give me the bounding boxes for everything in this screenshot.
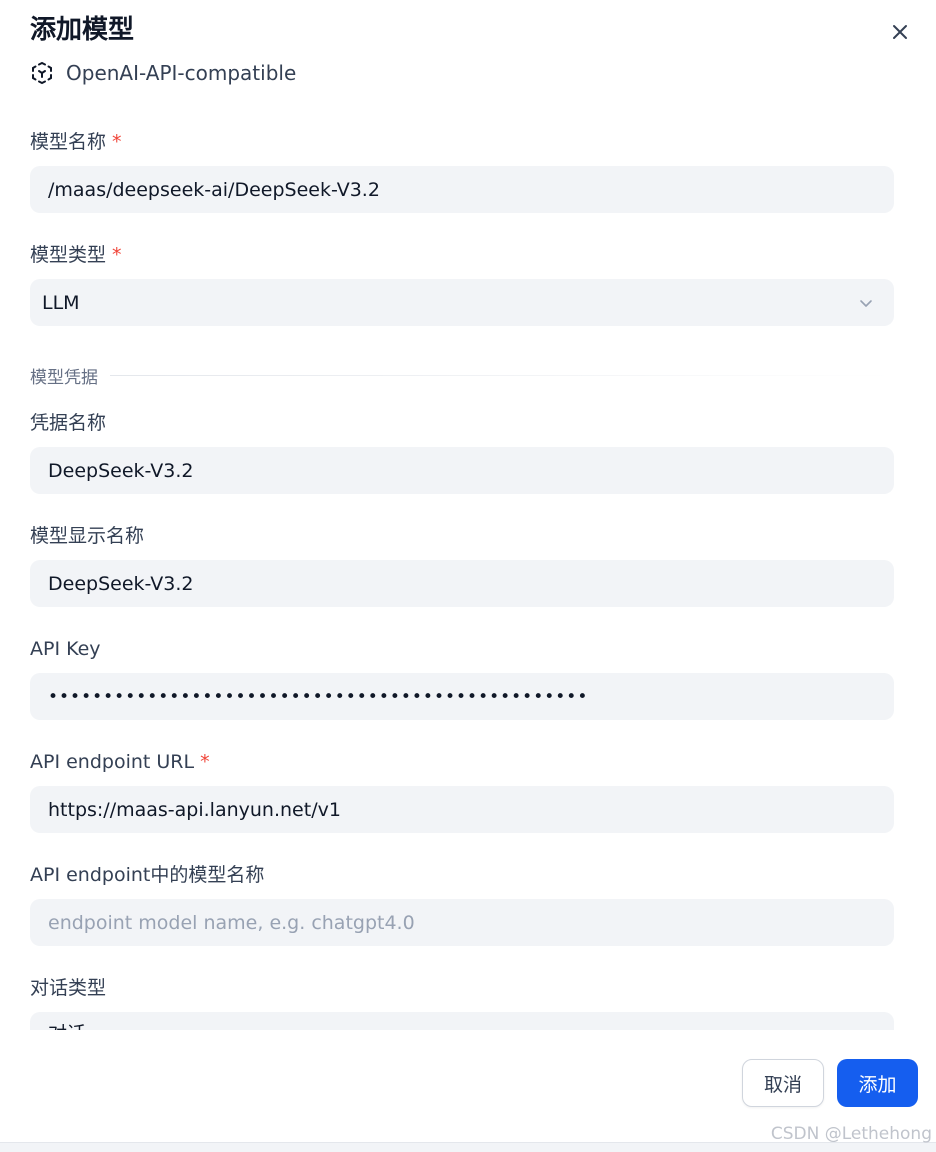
endpoint-url-label: API endpoint URL * [30,748,210,776]
model-type-label: 模型类型 * [30,241,122,269]
add-button[interactable]: 添加 [837,1059,918,1107]
model-type-select[interactable]: LLM [30,279,894,326]
dialog-title: 添加模型 [30,15,135,45]
chevron-down-icon [856,293,876,313]
dialogue-type-select[interactable]: 对话 [30,1012,894,1030]
model-name-label-text: 模型名称 [30,131,107,153]
endpoint-model-name-label: API endpoint中的模型名称 [30,864,265,886]
add-model-dialog: 添加模型 OpenAI-API-compatible 模型名称 * /maas/… [0,0,936,1152]
required-mark: * [200,751,210,773]
model-type-label-text: 模型类型 [30,244,107,266]
divider-line [110,374,894,376]
provider-name: OpenAI-API-compatible [66,61,297,85]
provider-row: OpenAI-API-compatible [30,58,296,88]
dialogue-type-value: 对话 [48,1023,86,1030]
credential-name-input[interactable]: DeepSeek-V3.2 [30,447,894,494]
close-button[interactable] [886,18,914,46]
display-name-label: 模型显示名称 [30,525,145,547]
endpoint-url-input[interactable]: https://maas-api.lanyun.net/v1 [30,786,894,833]
dialogue-type-label: 对话类型 [30,977,107,999]
required-mark: * [112,131,122,153]
credentials-section-title: 模型凭据 [30,367,98,388]
endpoint-url-label-text: API endpoint URL [30,751,195,773]
watermark: CSDN @Lethehong [770,1124,932,1144]
endpoint-model-name-input[interactable]: endpoint model name, e.g. chatgpt4.0 [30,899,894,946]
close-icon [893,25,907,39]
required-mark: * [112,244,122,266]
api-key-label: API Key [30,638,101,660]
credentials-section-divider: 模型凭据 [30,362,894,388]
cancel-button[interactable]: 取消 [742,1059,824,1107]
api-key-input[interactable]: ••••••••••••••••••••••••••••••••••••••••… [30,673,894,720]
display-name-input[interactable]: DeepSeek-V3.2 [30,560,894,607]
credential-name-label: 凭据名称 [30,412,107,434]
dialog-form-scroll-area[interactable]: 添加模型 OpenAI-API-compatible 模型名称 * /maas/… [0,0,936,1030]
provider-cube-icon [32,61,52,85]
model-name-label: 模型名称 * [30,128,122,156]
model-type-value: LLM [42,291,80,314]
model-name-input[interactable]: /maas/deepseek-ai/DeepSeek-V3.2 [30,166,894,213]
